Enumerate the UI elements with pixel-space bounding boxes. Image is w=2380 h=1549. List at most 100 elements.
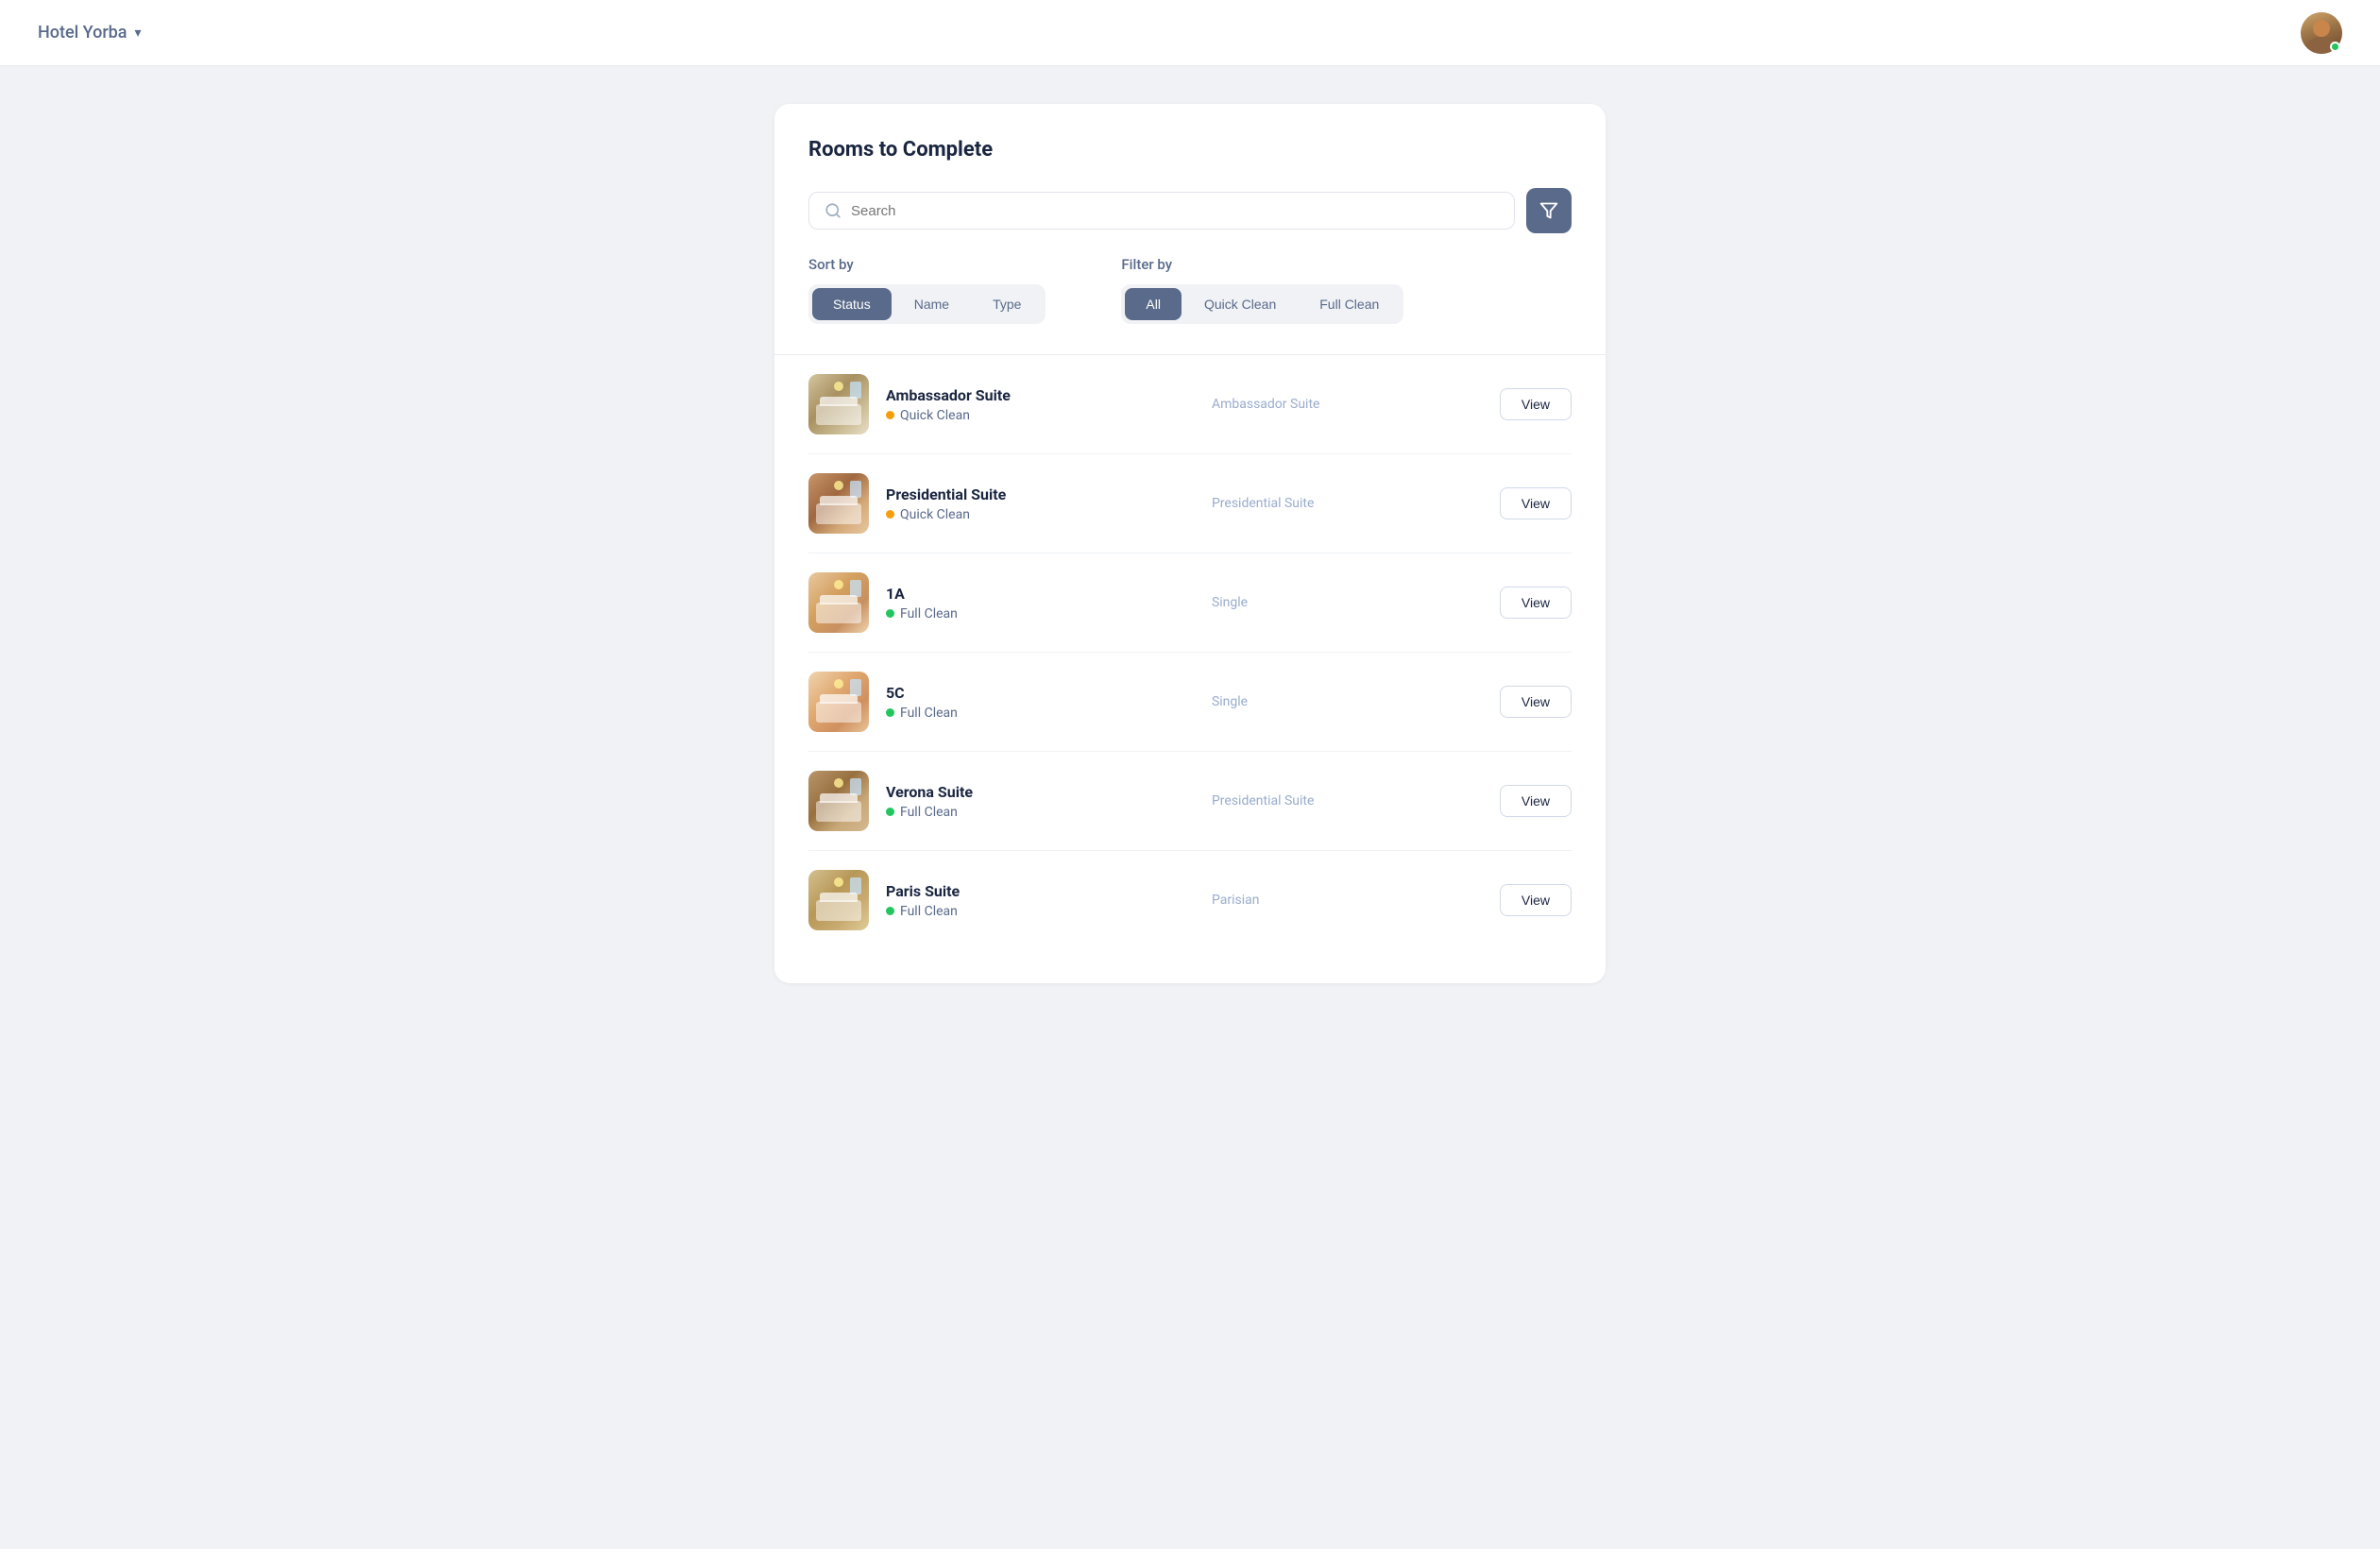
filter-group: Filter by All Quick Clean Full Clean [1121,256,1403,324]
view-room-button[interactable]: View [1500,686,1572,718]
view-room-button[interactable]: View [1500,587,1572,619]
top-nav: Hotel Yorba ▾ [0,0,2380,66]
room-item: 1A Full Clean Single View [808,553,1572,653]
sort-btn-group: Status Name Type [808,284,1046,324]
chevron-down-icon: ▾ [135,26,142,41]
thumb-inner [808,374,869,434]
room-info: Paris Suite Full Clean [886,882,1174,919]
thumb-inner [808,672,869,732]
filter-all-button[interactable]: All [1125,288,1182,320]
view-room-button[interactable]: View [1500,884,1572,916]
view-room-button[interactable]: View [1500,388,1572,420]
room-status: Full Clean [886,805,1174,820]
room-name: Verona Suite [886,783,1174,801]
room-item: Paris Suite Full Clean Parisian View [808,851,1572,949]
room-info: Presidential Suite Quick Clean [886,485,1174,522]
view-room-button[interactable]: View [1500,785,1572,817]
status-dot [886,510,894,519]
room-list: Ambassador Suite Quick Clean Ambassador … [808,355,1572,949]
room-status: Quick Clean [886,507,1174,522]
sort-label: Sort by [808,256,1046,273]
status-label: Full Clean [900,706,958,721]
room-type: Parisian [1174,893,1500,908]
room-thumbnail [808,473,869,534]
status-dot [886,708,894,717]
room-name: 1A [886,585,1174,603]
room-item: Presidential Suite Quick Clean President… [808,454,1572,553]
thumb-bed-decor [816,603,861,623]
room-type: Ambassador Suite [1174,397,1500,412]
thumb-bed-decor [816,702,861,723]
room-type: Presidential Suite [1174,793,1500,809]
room-info: 1A Full Clean [886,585,1174,621]
room-info: Verona Suite Full Clean [886,783,1174,820]
thumb-light-decor [834,778,843,788]
room-type: Single [1174,694,1500,709]
thumb-light-decor [834,481,843,490]
sort-group: Sort by Status Name Type [808,256,1046,324]
room-item: 5C Full Clean Single View [808,653,1572,752]
status-dot [886,808,894,816]
controls-row: Sort by Status Name Type Filter by All Q… [808,256,1572,324]
room-thumbnail [808,374,869,434]
sort-status-button[interactable]: Status [812,288,892,320]
thumb-bed-decor [816,503,861,524]
thumb-bed-decor [816,801,861,822]
room-item: Ambassador Suite Quick Clean Ambassador … [808,355,1572,454]
room-name: 5C [886,684,1174,702]
filter-quick-clean-button[interactable]: Quick Clean [1183,288,1297,320]
thumb-bed-decor [816,404,861,425]
status-label: Quick Clean [900,507,970,522]
status-dot [886,609,894,618]
status-dot [886,411,894,419]
room-name: Ambassador Suite [886,386,1174,404]
room-thumbnail [808,771,869,831]
sort-name-button[interactable]: Name [893,288,970,320]
room-thumbnail [808,870,869,930]
search-container [808,192,1515,230]
thumb-inner [808,870,869,930]
room-status: Full Clean [886,606,1174,621]
thumb-light-decor [834,679,843,689]
thumb-light-decor [834,877,843,887]
rooms-card: Rooms to Complete Sort by Status [774,104,1606,983]
room-info: 5C Full Clean [886,684,1174,721]
thumb-inner [808,572,869,633]
room-status: Full Clean [886,706,1174,721]
thumb-inner [808,771,869,831]
page-title: Rooms to Complete [808,138,1572,162]
search-input[interactable] [851,203,1499,219]
room-type: Presidential Suite [1174,496,1500,511]
search-row [808,188,1572,233]
filter-full-clean-button[interactable]: Full Clean [1299,288,1400,320]
room-name: Paris Suite [886,882,1174,900]
hotel-name-label: Hotel Yorba [38,23,128,43]
view-room-button[interactable]: View [1500,487,1572,519]
room-thumbnail [808,672,869,732]
room-name: Presidential Suite [886,485,1174,503]
sort-type-button[interactable]: Type [972,288,1042,320]
status-label: Quick Clean [900,408,970,423]
user-avatar-wrapper[interactable] [2301,12,2342,54]
status-label: Full Clean [900,904,958,919]
thumb-light-decor [834,382,843,391]
room-info: Ambassador Suite Quick Clean [886,386,1174,423]
filter-label: Filter by [1121,256,1403,273]
hotel-selector[interactable]: Hotel Yorba ▾ [38,23,142,43]
thumb-light-decor [834,580,843,589]
room-status: Full Clean [886,904,1174,919]
status-label: Full Clean [900,805,958,820]
thumb-inner [808,473,869,534]
filter-btn-group: All Quick Clean Full Clean [1121,284,1403,324]
online-status-dot [2330,42,2340,52]
filter-button[interactable] [1526,188,1572,233]
room-thumbnail [808,572,869,633]
status-label: Full Clean [900,606,958,621]
thumb-bed-decor [816,900,861,921]
status-dot [886,907,894,915]
main-content: Rooms to Complete Sort by Status [737,66,1643,1021]
room-type: Single [1174,595,1500,610]
room-status: Quick Clean [886,408,1174,423]
room-item: Verona Suite Full Clean Presidential Sui… [808,752,1572,851]
search-icon [824,202,842,219]
